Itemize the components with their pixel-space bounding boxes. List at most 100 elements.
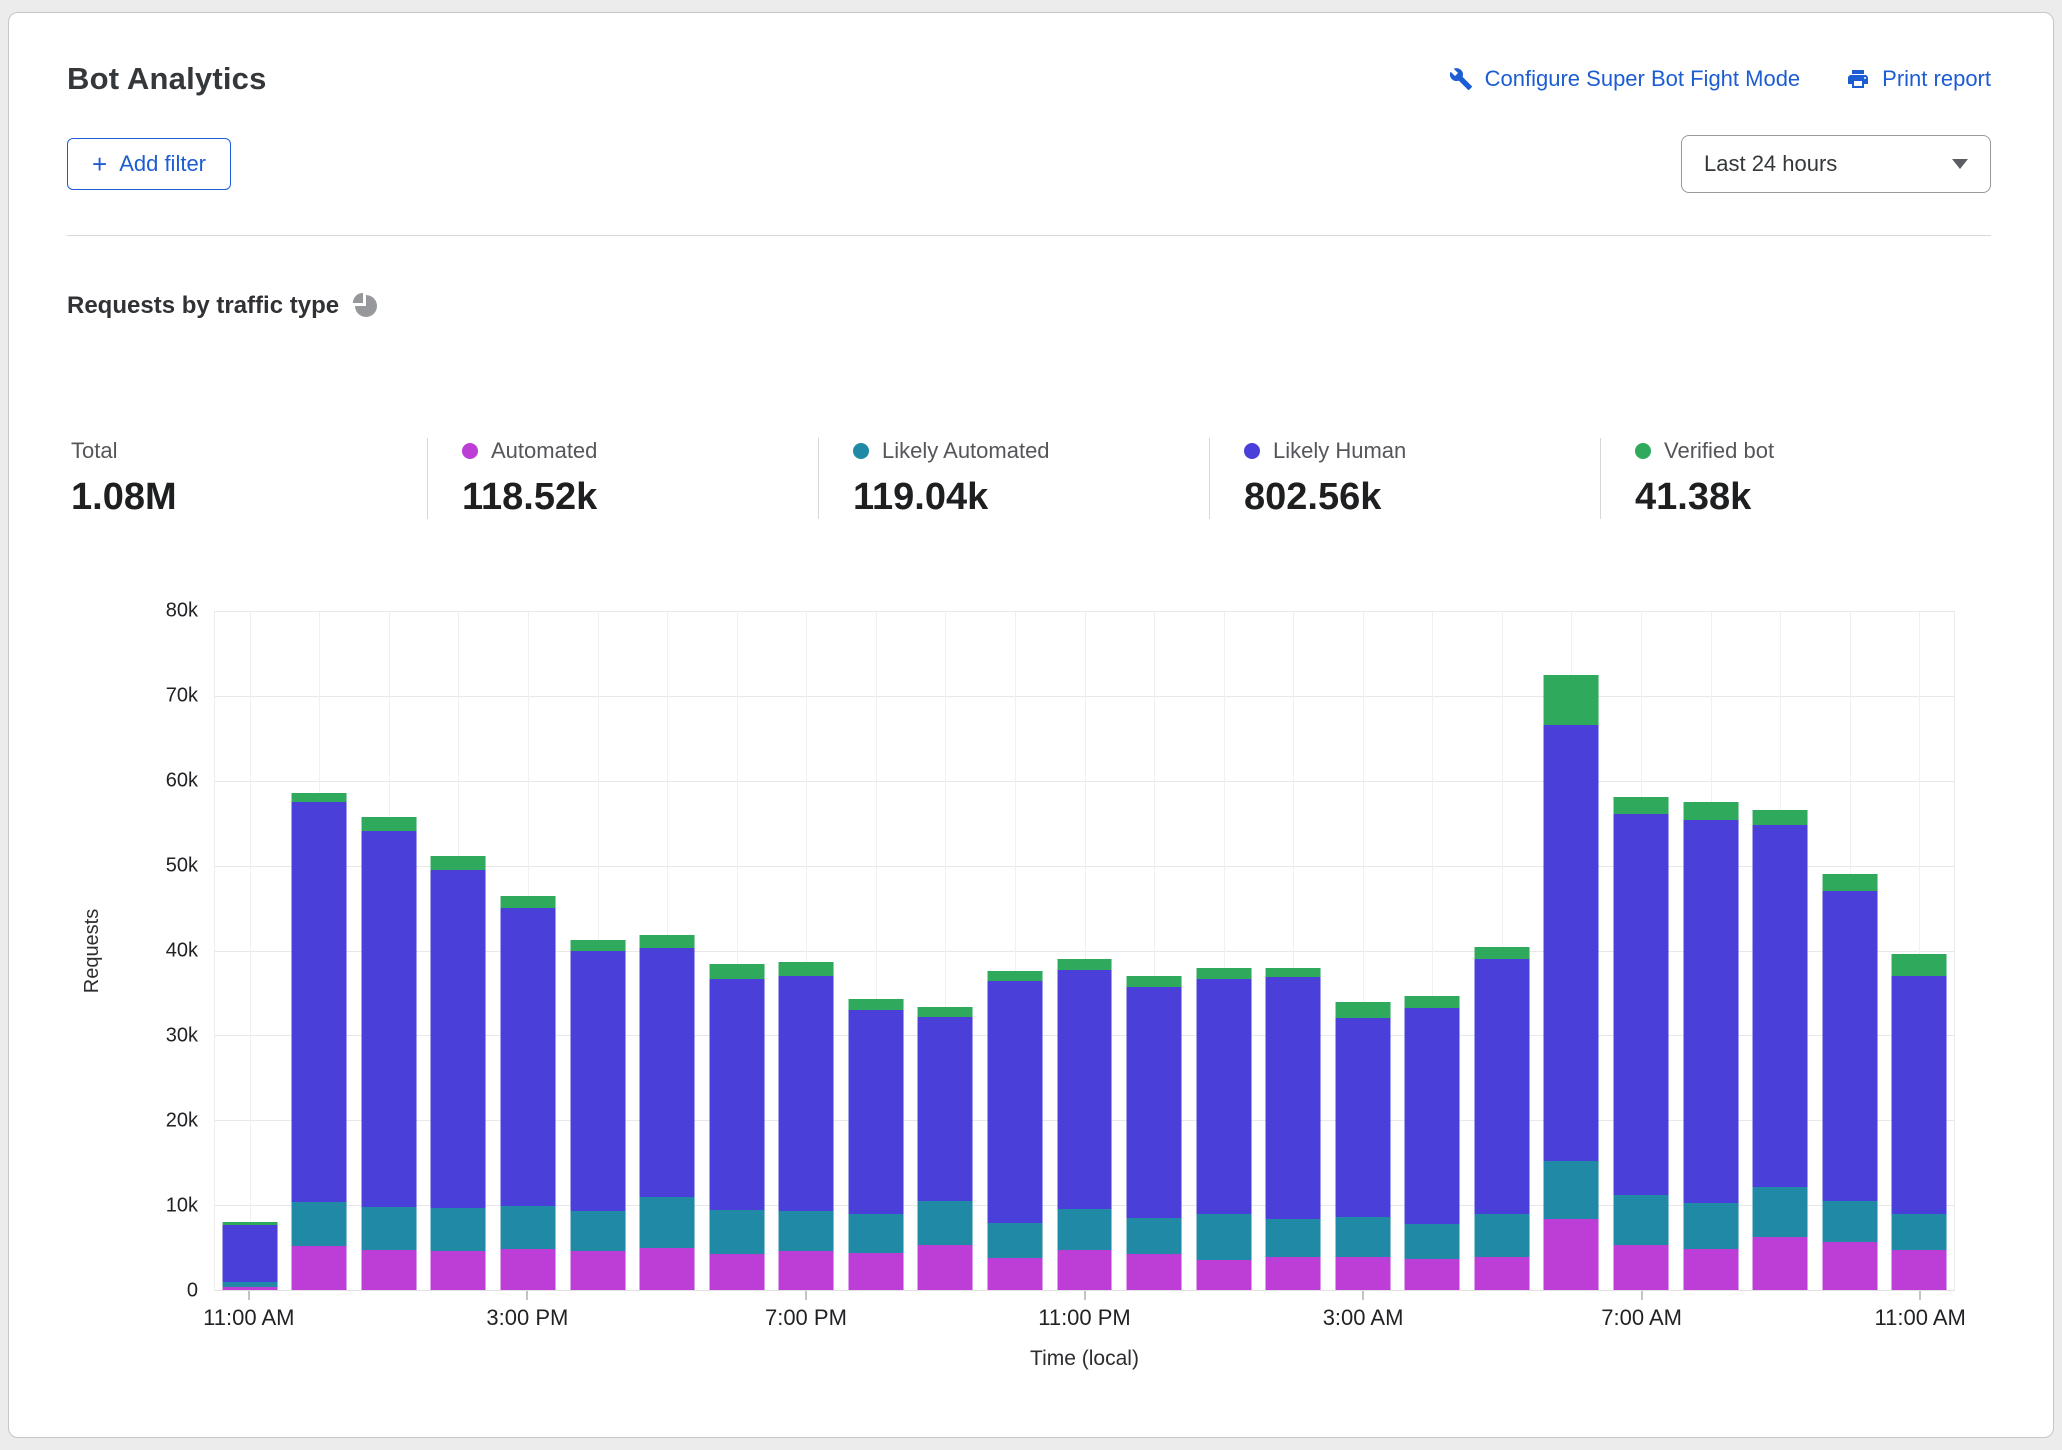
bar-segment-likely-automated[interactable] bbox=[1057, 1209, 1112, 1250]
bar-segment-likely-human[interactable] bbox=[1335, 1018, 1390, 1217]
bar-segment-likely-human[interactable] bbox=[501, 908, 556, 1206]
bar-segment-verified-bot[interactable] bbox=[431, 856, 486, 870]
bar-column[interactable] bbox=[1537, 611, 1607, 1290]
bar-segment-likely-automated[interactable] bbox=[570, 1211, 625, 1251]
bar-segment-verified-bot[interactable] bbox=[1544, 675, 1599, 725]
bar-stack[interactable] bbox=[709, 964, 764, 1290]
bar-stack[interactable] bbox=[292, 793, 347, 1290]
bar-segment-verified-bot[interactable] bbox=[1614, 797, 1669, 814]
bar-segment-verified-bot[interactable] bbox=[918, 1007, 973, 1017]
bar-column[interactable] bbox=[1328, 611, 1398, 1290]
bar-segment-verified-bot[interactable] bbox=[1127, 976, 1182, 987]
bar-segment-automated[interactable] bbox=[431, 1251, 486, 1290]
bar-column[interactable] bbox=[1745, 611, 1815, 1290]
bar-column[interactable] bbox=[424, 611, 494, 1290]
bar-segment-likely-automated[interactable] bbox=[1405, 1224, 1460, 1260]
bar-segment-likely-human[interactable] bbox=[292, 802, 347, 1202]
bar-segment-automated[interactable] bbox=[1892, 1250, 1947, 1290]
print-report-link[interactable]: Print report bbox=[1846, 66, 1991, 92]
bar-segment-verified-bot[interactable] bbox=[987, 971, 1042, 980]
bar-column[interactable] bbox=[911, 611, 981, 1290]
bar-segment-likely-human[interactable] bbox=[779, 976, 834, 1211]
bar-segment-likely-automated[interactable] bbox=[431, 1208, 486, 1251]
bar-segment-verified-bot[interactable] bbox=[1196, 968, 1251, 979]
bar-segment-likely-human[interactable] bbox=[1266, 977, 1321, 1219]
bar-segment-automated[interactable] bbox=[222, 1287, 277, 1290]
bar-segment-automated[interactable] bbox=[1057, 1250, 1112, 1290]
bar-column[interactable] bbox=[772, 611, 842, 1290]
bar-column[interactable] bbox=[1467, 611, 1537, 1290]
bar-stack[interactable] bbox=[1196, 968, 1251, 1290]
bar-segment-likely-automated[interactable] bbox=[501, 1206, 556, 1249]
bar-stack[interactable] bbox=[1822, 874, 1877, 1290]
bar-segment-automated[interactable] bbox=[292, 1246, 347, 1290]
bar-segment-verified-bot[interactable] bbox=[361, 817, 416, 831]
bar-segment-verified-bot[interactable] bbox=[848, 999, 903, 1010]
bar-segment-verified-bot[interactable] bbox=[1474, 947, 1529, 958]
bar-segment-likely-human[interactable] bbox=[709, 979, 764, 1210]
bar-segment-automated[interactable] bbox=[1127, 1254, 1182, 1290]
bar-segment-verified-bot[interactable] bbox=[501, 896, 556, 908]
bar-segment-likely-human[interactable] bbox=[1196, 979, 1251, 1214]
bar-segment-likely-human[interactable] bbox=[1405, 1008, 1460, 1224]
bar-column[interactable] bbox=[702, 611, 772, 1290]
bar-stack[interactable] bbox=[1405, 996, 1460, 1290]
bar-segment-verified-bot[interactable] bbox=[1335, 1002, 1390, 1018]
bar-segment-likely-human[interactable] bbox=[1057, 970, 1112, 1209]
bar-segment-verified-bot[interactable] bbox=[1822, 874, 1877, 891]
bar-segment-likely-human[interactable] bbox=[570, 951, 625, 1211]
bar-segment-automated[interactable] bbox=[1474, 1257, 1529, 1290]
bar-segment-likely-human[interactable] bbox=[1474, 959, 1529, 1215]
bar-segment-verified-bot[interactable] bbox=[1266, 968, 1321, 977]
bar-segment-likely-automated[interactable] bbox=[1196, 1214, 1251, 1261]
bar-segment-likely-automated[interactable] bbox=[292, 1202, 347, 1246]
bar-column[interactable] bbox=[354, 611, 424, 1290]
bar-stack[interactable] bbox=[1683, 802, 1738, 1290]
bar-segment-likely-human[interactable] bbox=[1614, 814, 1669, 1195]
bar-segment-likely-automated[interactable] bbox=[709, 1210, 764, 1254]
bar-stack[interactable] bbox=[431, 856, 486, 1290]
bar-column[interactable] bbox=[1050, 611, 1120, 1290]
bar-segment-verified-bot[interactable] bbox=[1892, 954, 1947, 975]
bar-column[interactable] bbox=[1258, 611, 1328, 1290]
bar-segment-verified-bot[interactable] bbox=[640, 935, 695, 949]
bar-segment-automated[interactable] bbox=[1544, 1219, 1599, 1290]
bar-column[interactable] bbox=[1815, 611, 1885, 1290]
bar-segment-automated[interactable] bbox=[709, 1254, 764, 1290]
bar-column[interactable] bbox=[1189, 611, 1259, 1290]
bar-segment-automated[interactable] bbox=[1196, 1260, 1251, 1290]
bar-segment-likely-human[interactable] bbox=[361, 831, 416, 1207]
bar-segment-verified-bot[interactable] bbox=[709, 964, 764, 979]
bar-segment-likely-human[interactable] bbox=[1127, 987, 1182, 1217]
bar-stack[interactable] bbox=[1335, 1002, 1390, 1290]
bar-stack[interactable] bbox=[987, 971, 1042, 1290]
bar-segment-automated[interactable] bbox=[1266, 1257, 1321, 1290]
bar-segment-verified-bot[interactable] bbox=[1683, 802, 1738, 820]
bar-stack[interactable] bbox=[570, 940, 625, 1290]
bar-segment-automated[interactable] bbox=[1335, 1257, 1390, 1290]
bar-column[interactable] bbox=[563, 611, 633, 1290]
bar-column[interactable] bbox=[1119, 611, 1189, 1290]
bar-segment-likely-automated[interactable] bbox=[1614, 1195, 1669, 1245]
bar-column[interactable] bbox=[1885, 611, 1955, 1290]
bar-segment-likely-automated[interactable] bbox=[1892, 1214, 1947, 1250]
bar-segment-likely-human[interactable] bbox=[640, 948, 695, 1197]
bar-segment-likely-automated[interactable] bbox=[987, 1223, 1042, 1258]
bar-segment-verified-bot[interactable] bbox=[1753, 810, 1808, 825]
bar-segment-automated[interactable] bbox=[1753, 1237, 1808, 1290]
bar-segment-automated[interactable] bbox=[779, 1251, 834, 1290]
bar-segment-automated[interactable] bbox=[1822, 1242, 1877, 1290]
bar-segment-likely-automated[interactable] bbox=[848, 1214, 903, 1253]
bar-segment-automated[interactable] bbox=[570, 1251, 625, 1290]
bar-segment-likely-automated[interactable] bbox=[1474, 1214, 1529, 1257]
bar-segment-likely-human[interactable] bbox=[848, 1010, 903, 1213]
bar-column[interactable] bbox=[493, 611, 563, 1290]
bar-stack[interactable] bbox=[918, 1007, 973, 1290]
bar-stack[interactable] bbox=[361, 817, 416, 1290]
bar-segment-likely-human[interactable] bbox=[1544, 725, 1599, 1161]
bar-segment-likely-human[interactable] bbox=[987, 981, 1042, 1223]
bar-stack[interactable] bbox=[501, 896, 556, 1290]
bar-segment-verified-bot[interactable] bbox=[779, 962, 834, 976]
bar-segment-automated[interactable] bbox=[1405, 1259, 1460, 1290]
bar-column[interactable] bbox=[1606, 611, 1676, 1290]
